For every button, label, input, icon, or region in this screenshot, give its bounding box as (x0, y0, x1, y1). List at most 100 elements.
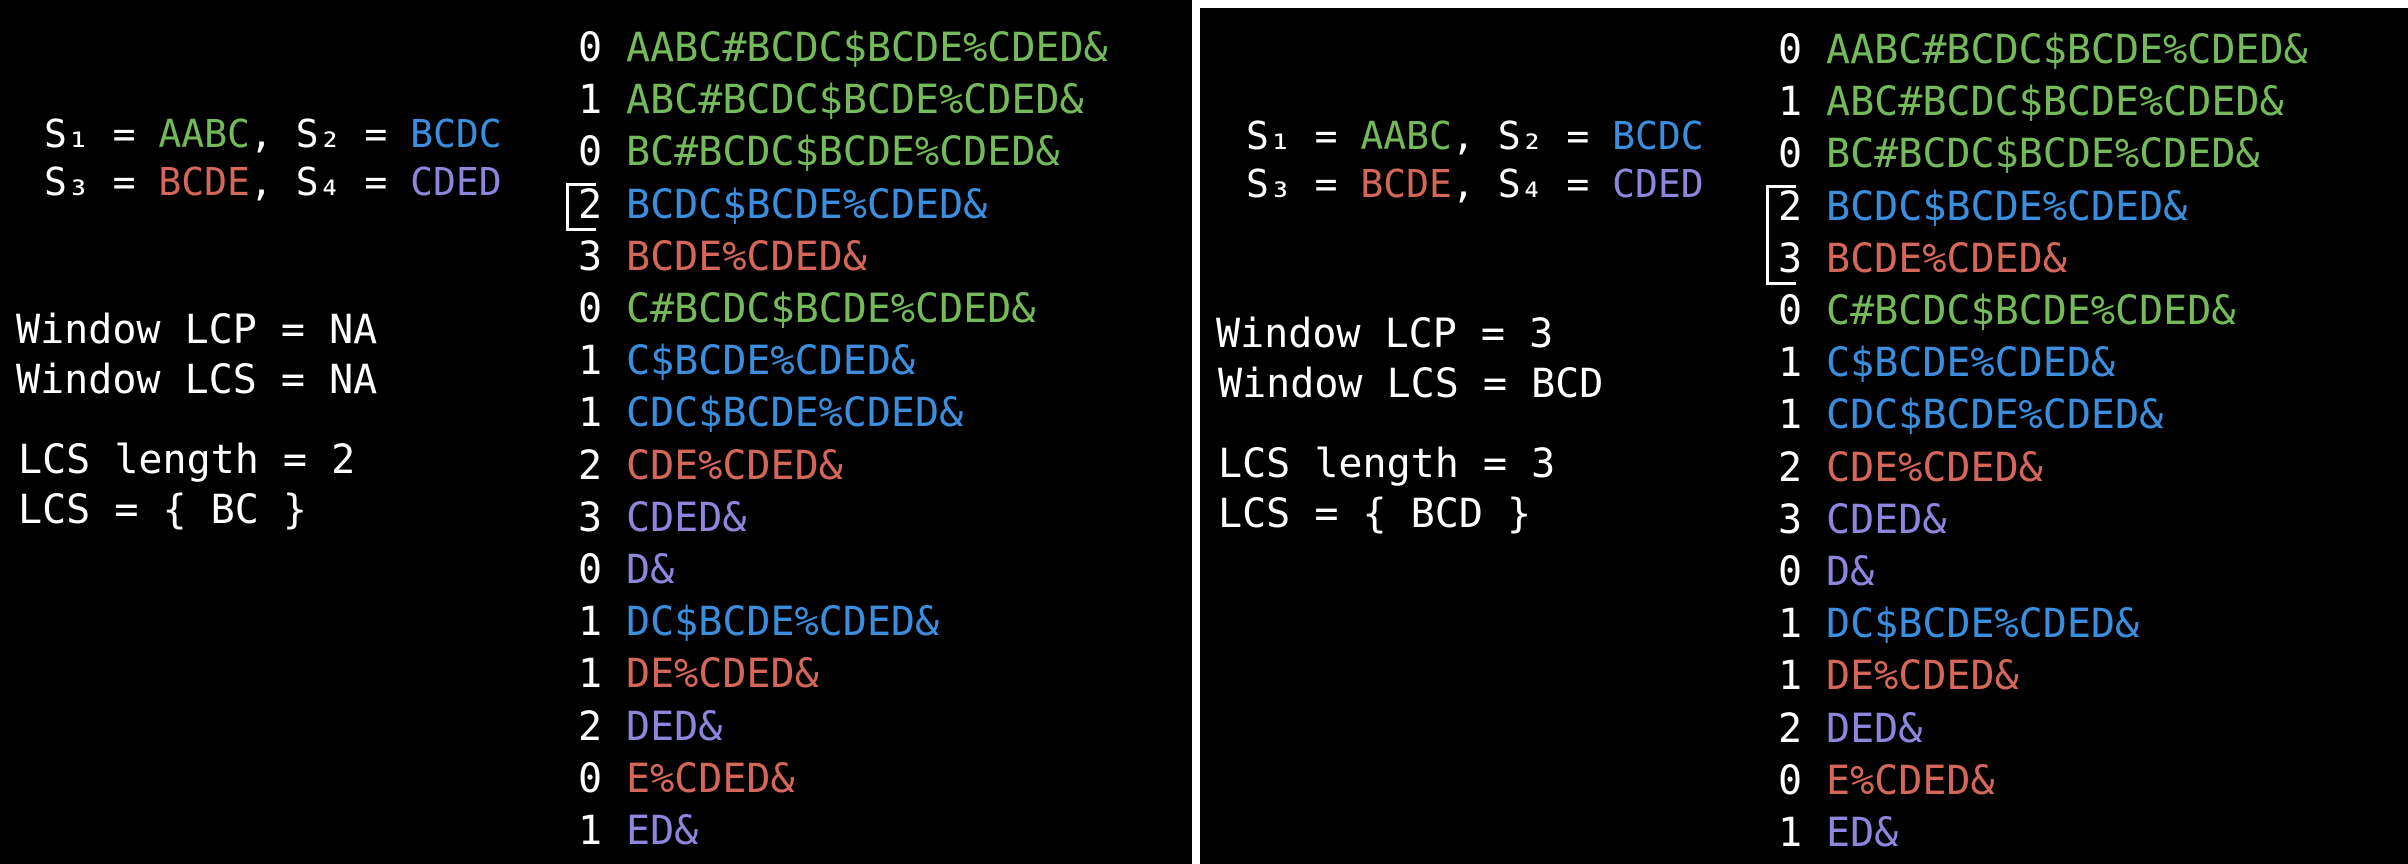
suffix-text: ABC#BCDC$BCDE%CDED& (1826, 79, 2284, 126)
suffix-text: DED& (626, 703, 723, 750)
suffix-text: BCDC$BCDE%CDED& (626, 181, 988, 228)
lcp-value: 0 (1777, 27, 1803, 73)
suffix-text: CDE%CDED& (1826, 444, 2043, 491)
lcp-value: 1 (1777, 79, 1803, 126)
s2-label: S₂ (295, 112, 342, 156)
s3-label: S₃ (1246, 162, 1292, 206)
window-bracket (566, 182, 596, 231)
lcp-value: 0 (1777, 131, 1803, 178)
s3-value: BCDE (1360, 162, 1452, 206)
lcs-set: LCS = { BCD } (1218, 491, 1532, 537)
table-row: 0 BC#BCDC$BCDE%CDED& (576, 126, 1176, 178)
lcp-value: 2 (1777, 444, 1803, 491)
table-row: 2 DED& (576, 701, 1176, 753)
lcp-value: 3 (1777, 496, 1803, 543)
lcp-value: 2 (577, 442, 603, 489)
set-line-1: S₁ = AABC, S₂ = BCDC (1246, 114, 1704, 158)
lcp-value: 1 (1777, 340, 1803, 387)
table-row: 0 AABC#BCDC$BCDE%CDED& (576, 22, 1176, 74)
set-line-2: S₃ = BCDE, S₄ = CDED (44, 160, 502, 204)
window-lcs: Window LCS = NA (16, 357, 378, 403)
s2-value: BCDC (410, 112, 502, 156)
lcp-value: 0 (1777, 288, 1803, 334)
window-lcp: Window LCP = NA (16, 307, 378, 353)
lcs-set: LCS = { BC } (18, 487, 307, 533)
suffix-text: CDC$BCDE%CDED& (1826, 392, 2164, 439)
table-row: 0 BC#BCDC$BCDE%CDED& (1776, 128, 2396, 180)
lcp-value: 2 (577, 703, 603, 750)
suffix-text: AABC#BCDC$BCDE%CDED& (1826, 27, 2308, 73)
suffix-text: AABC#BCDC$BCDE%CDED& (626, 25, 1108, 71)
lcp-value: 1 (577, 77, 603, 124)
table-row: 2 BCDC$BCDE%CDED& (576, 179, 1176, 231)
suffix-text: BCDE%CDED& (626, 233, 867, 280)
lcp-value: 0 (1777, 757, 1803, 804)
lcp-value: 1 (1777, 601, 1803, 648)
table-row: 1 CDC$BCDE%CDED& (576, 387, 1176, 439)
table-row: 2 CDE%CDED& (576, 440, 1176, 492)
suffix-text: BC#BCDC$BCDE%CDED& (626, 129, 1060, 176)
lcp-value: 2 (1777, 705, 1803, 752)
table-row: 0 D& (1776, 546, 2396, 598)
panel-left: S₁ = AABC, S₂ = BCDC S₃ = BCDE, S₄ = CDE… (0, 0, 1192, 864)
table-row: 1 ABC#BCDC$BCDE%CDED& (1776, 76, 2396, 128)
suffix-table: 0 AABC#BCDC$BCDE%CDED& 1 ABC#BCDC$BCDE%CDED… (566, 22, 1176, 862)
suffix-text: C$BCDE%CDED& (1826, 340, 2115, 387)
lcp-value: 0 (577, 755, 603, 802)
suffix-text: CDC$BCDE%CDED& (626, 390, 964, 437)
s4-label: S₄ (1497, 162, 1544, 206)
suffix-text: CDE%CDED& (626, 442, 843, 489)
lcp-value: 0 (577, 547, 603, 593)
s1-value: AABC (1360, 114, 1452, 158)
suffix-text: D& (1826, 549, 1875, 595)
lcp-value: 1 (1777, 810, 1803, 856)
suffix-text: ABC#BCDC$BCDE%CDED& (626, 77, 1084, 124)
window-bracket (1766, 184, 1796, 285)
suffix-text: C$BCDE%CDED& (626, 338, 915, 385)
suffix-text: C#BCDC$BCDE%CDED& (626, 286, 1036, 332)
suffix-text: BC#BCDC$BCDE%CDED& (1826, 131, 2260, 178)
suffix-text: CDED& (626, 494, 747, 541)
table-row: 2 CDE%CDED& (1776, 442, 2396, 494)
set-line-2: S₃ = BCDE, S₄ = CDED (1246, 162, 1704, 206)
lcp-value: 1 (577, 808, 603, 854)
s4-value: CDED (1612, 162, 1704, 206)
lcp-value: 0 (577, 129, 603, 176)
table-row: 2 DED& (1776, 703, 2396, 755)
table-row: 1 DC$BCDE%CDED& (1776, 598, 2396, 650)
table-row: 0 AABC#BCDC$BCDE%CDED& (1776, 24, 2396, 76)
lcp-value: 1 (1777, 653, 1803, 700)
table-row: 0 C#BCDC$BCDE%CDED& (1776, 285, 2396, 337)
suffix-text: D& (626, 547, 675, 593)
suffix-text: E%CDED& (626, 755, 795, 802)
suffix-text: CDED& (1826, 496, 1947, 543)
suffix-table: 0 AABC#BCDC$BCDE%CDED& 1 ABC#BCDC$BCDE%CDED… (1766, 24, 2396, 864)
table-row: 1 ABC#BCDC$BCDE%CDED& (576, 74, 1176, 126)
s4-label: S₄ (295, 160, 342, 204)
suffix-text: DE%CDED& (1826, 653, 2019, 700)
table-row: 0 E%CDED& (1776, 755, 2396, 807)
set-line-1: S₁ = AABC, S₂ = BCDC (44, 112, 502, 156)
lcp-value: 1 (1777, 392, 1803, 439)
window-lcs: Window LCS = BCD (1218, 361, 1604, 407)
suffix-text: BCDE%CDED& (1826, 235, 2067, 282)
suffix-text: DE%CDED& (626, 651, 819, 698)
table-row: 3 CDED& (1776, 494, 2396, 546)
lcp-value: 1 (577, 390, 603, 437)
table-row: 1 C$BCDE%CDED& (576, 335, 1176, 387)
table-row: 0 D& (576, 544, 1176, 596)
table-row: 1 ED& (576, 805, 1176, 857)
table-row: 1 ED& (1776, 807, 2396, 859)
suffix-text: ED& (1826, 810, 1899, 856)
lcp-value: 1 (577, 338, 603, 385)
table-row: 1 DE%CDED& (1776, 650, 2396, 702)
table-row: 0 E%CDED& (576, 753, 1176, 805)
s3-label: S₃ (44, 160, 90, 204)
lcp-value: 1 (577, 651, 603, 698)
table-row: 1 DE%CDED& (576, 648, 1176, 700)
s1-value: AABC (158, 112, 250, 156)
table-row: 0 C#BCDC$BCDE%CDED& (576, 283, 1176, 335)
table-row: 2 BCDC$BCDE%CDED& (1776, 181, 2396, 233)
lcs-length: LCS length = 3 (1218, 441, 1556, 487)
lcp-value: 0 (1777, 549, 1803, 595)
